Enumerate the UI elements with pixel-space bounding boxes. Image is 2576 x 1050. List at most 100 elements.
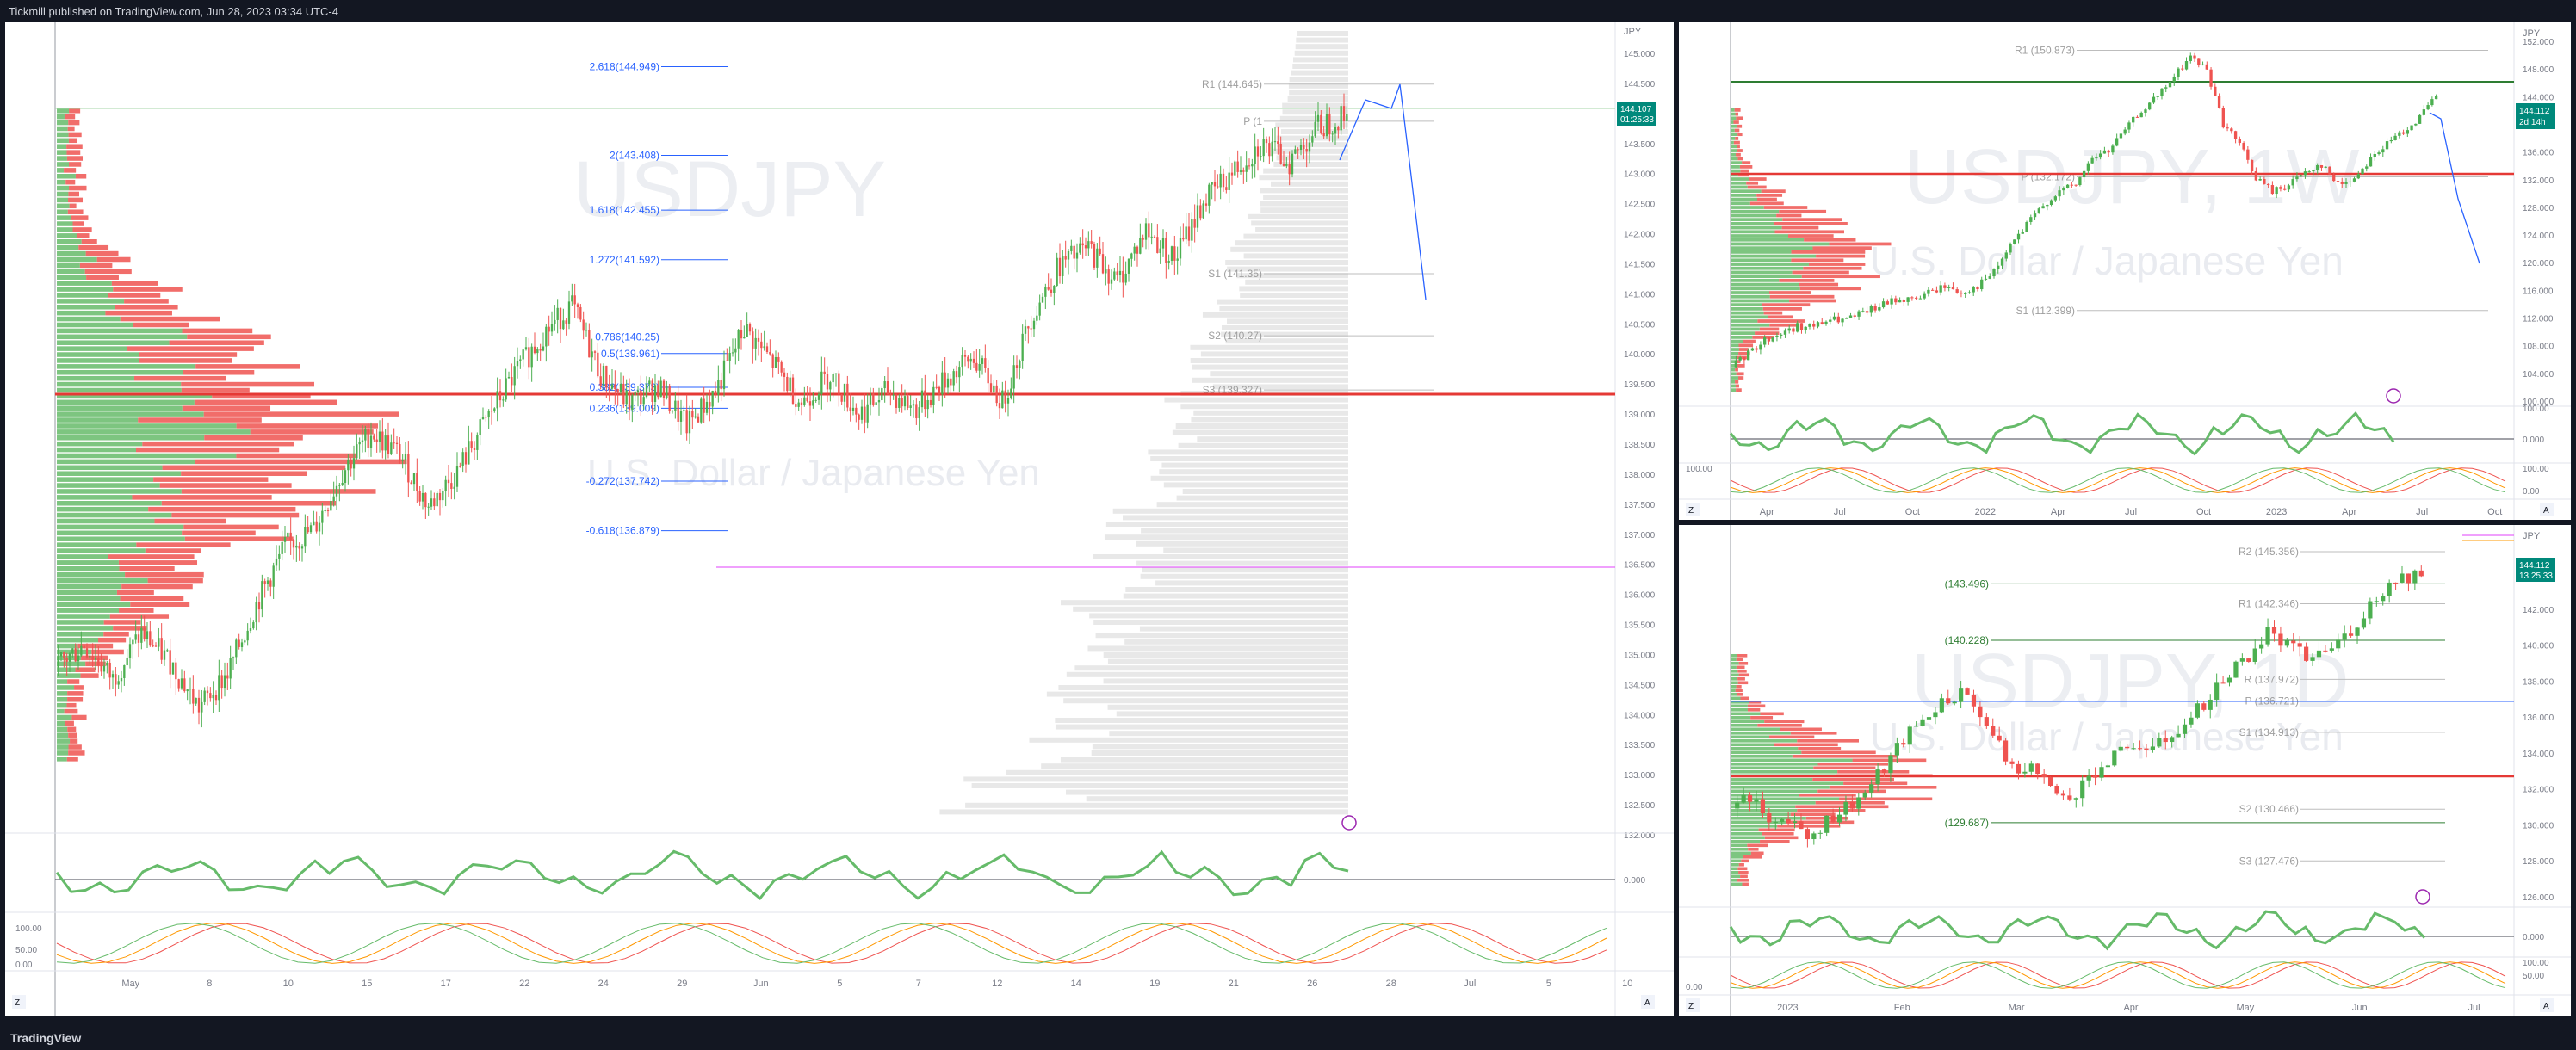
profile-bar-red [67,209,84,214]
profile-bar-green [1731,863,1739,867]
candle-body [502,399,505,401]
candle-body [307,527,309,533]
candle-body [430,498,433,507]
profile-bar-red [1735,368,1738,372]
profile-bar-green [1731,169,1741,173]
weekly-chart-panel[interactable]: USDJPY, 1W U.S. Dollar / Japanese Yen R1… [1679,22,2571,520]
daily-chart-panel[interactable]: USDJPY, 1D U.S. Dollar / Japanese Yen (1… [1679,525,2571,1016]
profile-bar-red [1816,254,1866,258]
candle-body [335,485,338,497]
right-profile-bar [1197,436,1348,442]
price-axis-label: 141.500 [1624,260,1656,269]
profile-bar-green [57,233,77,238]
candle-body [487,411,490,418]
profile-bar-red [181,381,315,387]
level-label: R2 (145.356) [2239,546,2299,558]
profile-bar-green [1731,197,1757,201]
candle-body [533,346,536,354]
price-axis-label: 148.000 [2523,65,2554,75]
profile-bar-red [120,596,184,602]
candle-body [2182,724,2188,734]
candle-body [2118,746,2123,751]
time-axis-label: 5 [837,979,842,989]
profile-bar-green [1731,194,1757,197]
candle-body [938,386,941,395]
right-profile-bar [1193,410,1348,416]
candle-body [918,407,920,419]
daily-zoom-label: Z [1688,1002,1694,1011]
candle-body [479,419,481,435]
daily-chart-svg[interactable]: USDJPY, 1D U.S. Dollar / Japanese Yen (1… [1679,525,2571,1016]
candle-body [2065,184,2070,188]
candle-body [2336,181,2340,182]
candle-body [289,532,292,540]
candle-body [2340,182,2344,184]
time-axis-label: 5 [1546,979,1551,989]
candle-body [158,638,160,647]
candle-body [120,677,123,682]
price-axis-label: 143.500 [1624,140,1656,150]
candle-body [1845,318,1848,319]
candle-body [1824,815,1830,833]
profile-bar-green [57,203,70,209]
candle-body [946,378,950,388]
profile-bar-green [57,358,139,363]
profile-bar-green [57,459,195,465]
candle-body [2238,139,2242,144]
profile-bar-green [57,714,72,720]
candle-body [171,662,175,675]
profile-bar-green [57,566,120,571]
candle-body [1012,365,1015,389]
candle-body [266,580,269,584]
candle-body [1236,161,1239,172]
candle-body [1881,301,1886,308]
candle-body [2107,150,2110,153]
candle-body [407,454,410,483]
right-profile-bar [971,783,1348,788]
profile-bar-green [57,483,160,488]
profile-bar-red [1737,133,1743,137]
candle-body [2418,570,2424,577]
candle-body [2369,157,2373,167]
candle-body [1075,252,1079,259]
profile-bar-green [1731,836,1765,840]
main-chart-panel[interactable]: USDJPY U.S. Dollar / Japanese Yen 2.618(… [5,22,1674,1016]
profile-bar-green [1731,140,1734,145]
right-profile-bar [1163,547,1348,553]
profile-bar-green [1731,388,1737,392]
profile-bar-green [57,673,81,678]
candle-body [1964,293,1967,294]
weekly-chart-svg[interactable]: USDJPY, 1W U.S. Dollar / Japanese Yen R1… [1679,22,2571,520]
profile-bar-red [105,310,172,316]
candle-body [1992,269,1996,277]
candle-body [2226,127,2229,129]
candle-body [2119,133,2123,139]
profile-bar-red [67,679,80,684]
profile-bar-red [1736,685,1742,689]
price-axis-label: 145.000 [1624,50,1656,59]
profile-bar-green [57,590,117,596]
profile-bar-green [57,530,183,536]
candle-body [1817,832,1823,834]
candle-body [524,347,528,350]
main-chart-svg[interactable]: USDJPY U.S. Dollar / Japanese Yen 2.618(… [5,22,1674,1016]
candle-body [2278,633,2283,646]
main-price-tag-value: 144.107 [1620,105,1652,114]
candle-body [498,391,502,401]
candle-body [350,460,352,469]
level-label: S2 (140.27) [1208,330,1262,342]
candle-body [255,602,257,623]
profile-bar-green [57,542,137,547]
right-profile-bar [1243,233,1348,239]
profile-bar-red [1747,708,1761,712]
candle-body [453,486,455,489]
tradingview-logo[interactable]: TradingView [10,1031,81,1045]
profile-bar-red [1757,319,1805,323]
profile-bar-green [1731,851,1751,855]
profile-bar-green [1731,161,1743,165]
candle-body [1933,712,1938,718]
profile-bar-green [1731,343,1739,348]
candle-body [269,580,272,587]
candle-body [201,701,203,713]
candle-body [2181,68,2184,70]
